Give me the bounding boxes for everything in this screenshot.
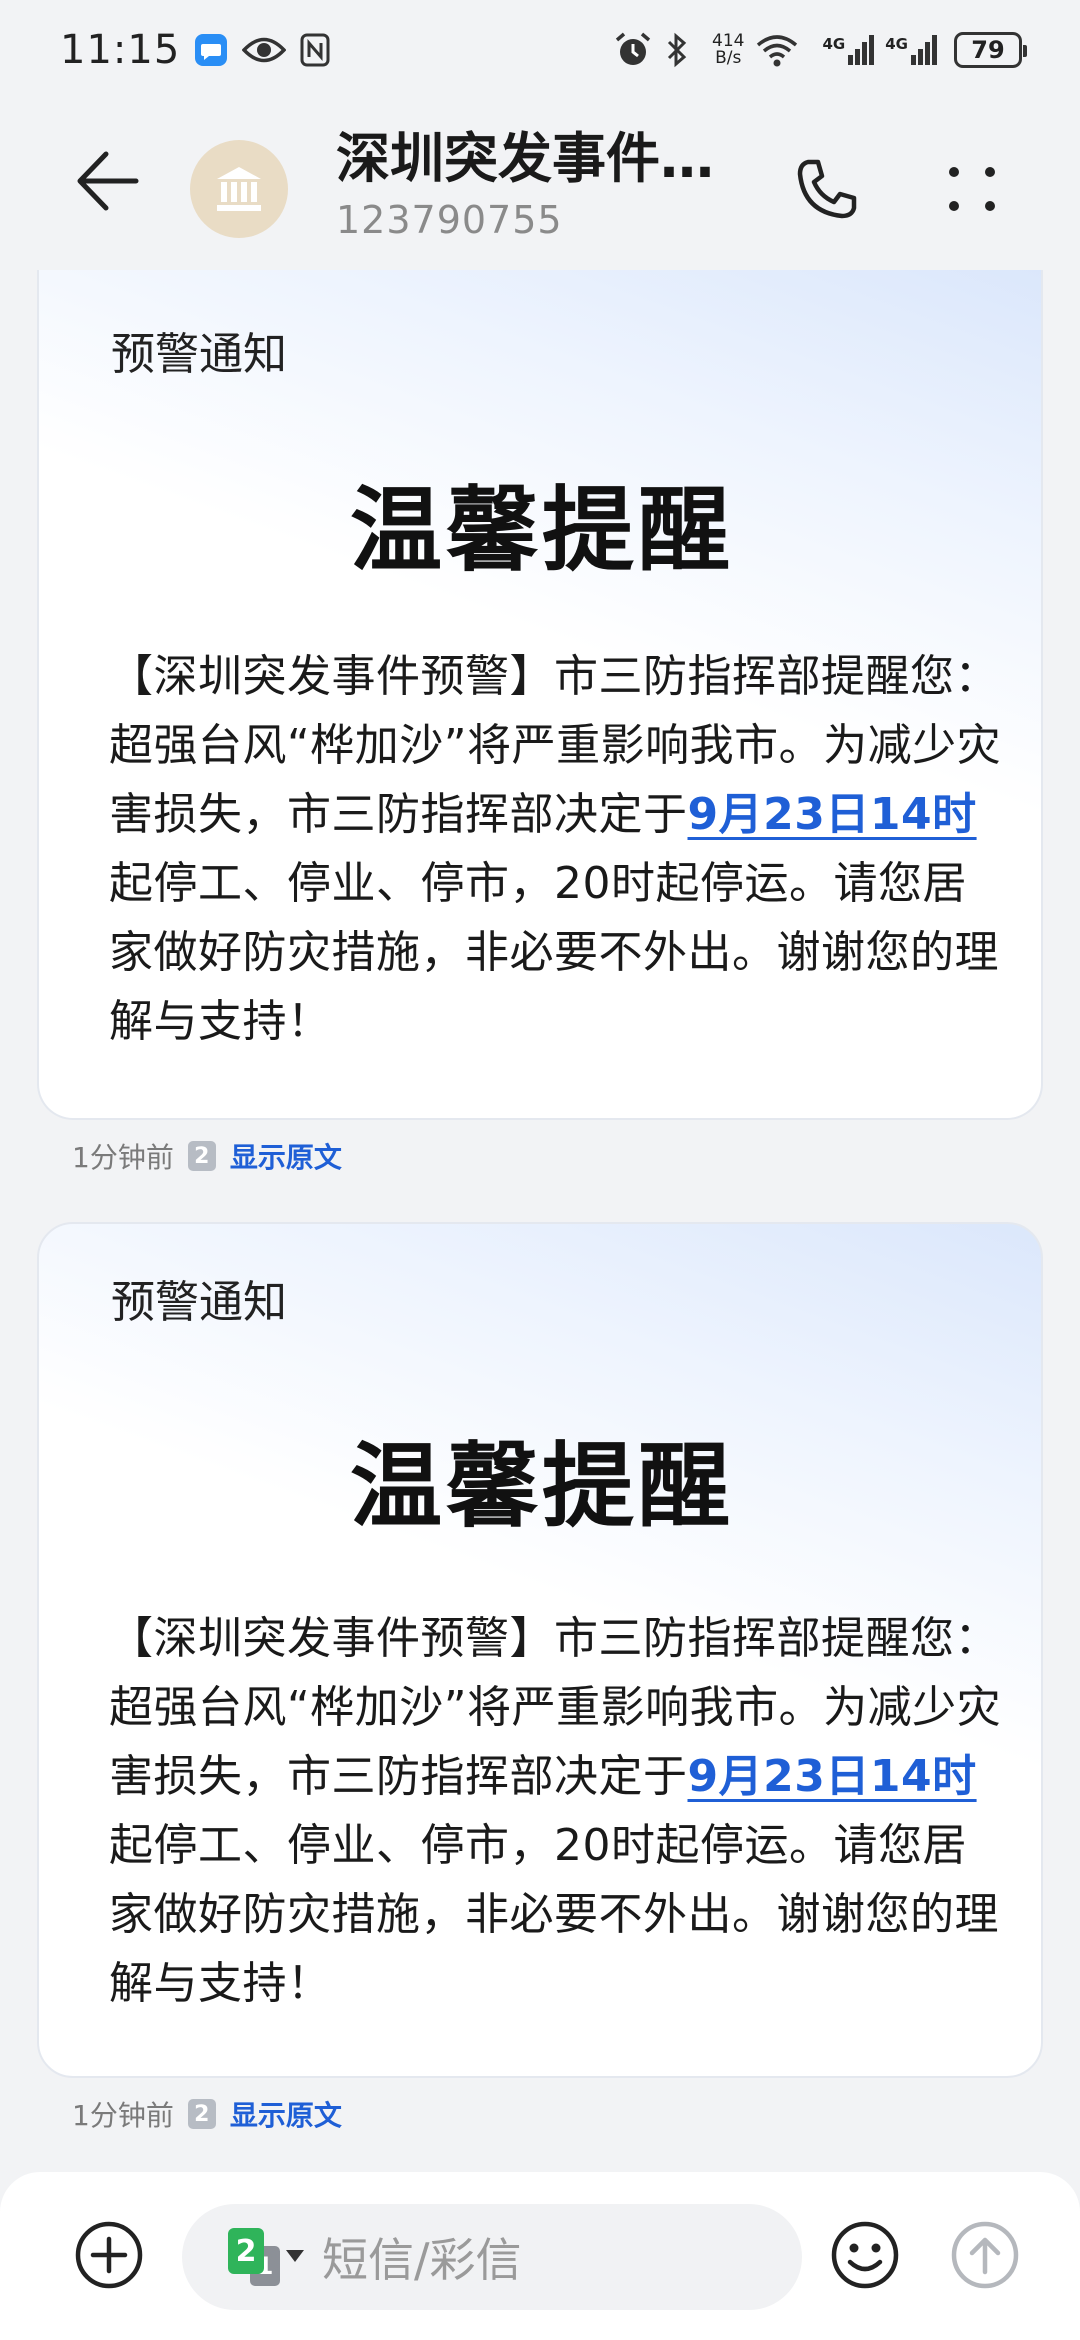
show-original-link[interactable]: 显示原文 (230, 2094, 342, 2134)
compose-bar: 1 2 短信/彩信 (0, 2172, 1080, 2340)
message-text-part: 起停工、停业、停市，20时起停运。请您居家做好防灾措施，非必要不外出。谢谢您的理… (109, 1820, 999, 2009)
signal-2-type: 4G (885, 35, 908, 53)
send-button[interactable] (950, 2220, 1020, 2290)
datetime-link[interactable]: 9月23日14时 (688, 1751, 977, 1802)
cellular-signal-sim2: 4G (885, 35, 938, 65)
sim-badge: 2 (187, 2099, 216, 2129)
message-heading: 温馨提醒 (349, 1433, 734, 1540)
contact-info[interactable]: 深圳突发事件… 123790755 (336, 124, 766, 246)
signal-bars-icon (911, 35, 937, 65)
status-bar-right: 414 B/s 4G 4G 79 (614, 31, 1027, 69)
message-body: 【深圳突发事件预警】市三防指挥部提醒您：超强台风“桦加沙”将严重影响我市。为减少… (109, 642, 1009, 1056)
message-time: 1分钟前 (72, 1141, 174, 1174)
back-button[interactable] (74, 148, 140, 214)
message-body: 【深圳突发事件预警】市三防指挥部提醒您：超强台风“桦加沙”将严重影响我市。为减少… (109, 1604, 1009, 2018)
message-meta: 1分钟前 2 显示原文 (72, 1136, 342, 1176)
message-text-part: 起停工、停业、停市，20时起停运。请您居家做好防灾措施，非必要不外出。谢谢您的理… (109, 858, 999, 1047)
message-meta: 1分钟前 2 显示原文 (72, 2094, 342, 2134)
add-attachment-button[interactable] (74, 2220, 144, 2290)
alarm-icon (614, 31, 652, 69)
more-options-button[interactable] (944, 154, 1000, 224)
arrow-up-circle-icon (951, 2221, 1019, 2289)
message-bubble[interactable]: 预警通知 温馨提醒 【深圳突发事件预警】市三防指挥部提醒您：超强台风“桦加沙”将… (37, 1222, 1043, 2078)
call-button[interactable] (794, 156, 860, 222)
conversation-header: 深圳突发事件… 123790755 (0, 100, 1080, 270)
plus-circle-icon (75, 2221, 143, 2289)
status-time: 11:15 (60, 27, 181, 73)
status-bar-left: 11:15 (60, 27, 344, 73)
more-dots-icon (949, 167, 995, 211)
message-category: 预警通知 (111, 329, 287, 380)
cellular-signal-sim1: 4G (823, 35, 876, 65)
signal-1-type: 4G (822, 35, 846, 53)
smiley-icon (831, 2221, 899, 2289)
signal-bars-icon (848, 35, 875, 65)
sim-badge: 2 (187, 1141, 216, 1171)
wifi-icon (755, 33, 799, 67)
nfc-icon (300, 33, 330, 67)
bank-building-icon (217, 167, 261, 211)
sim-card-2-icon: 2 (228, 2228, 264, 2274)
contact-name: 深圳突发事件… (336, 127, 714, 190)
message-notification-icon (194, 33, 228, 67)
message-time: 1分钟前 (72, 2099, 174, 2132)
message-input[interactable]: 1 2 短信/彩信 (182, 2204, 802, 2310)
message-bubble[interactable]: 预警通知 温馨提醒 【深圳突发事件预警】市三防指挥部提醒您：超强台风“桦加沙”将… (37, 270, 1043, 1120)
sms-conversation-screen: 11:15 414 B/s 4G 4G 79 深圳突发事件… 123790755… (0, 0, 1080, 2340)
network-speed-unit: B/s (715, 48, 742, 68)
message-heading: 温馨提醒 (349, 477, 734, 584)
emoji-button[interactable] (830, 2220, 900, 2290)
network-speed: 414 B/s (712, 33, 744, 67)
bluetooth-icon (666, 32, 688, 68)
contact-number: 123790755 (336, 198, 563, 242)
chevron-down-icon (286, 2250, 304, 2262)
arrow-left-icon (77, 151, 139, 211)
message-category: 预警通知 (111, 1277, 287, 1328)
eye-icon (242, 35, 287, 65)
phone-icon (797, 159, 857, 219)
sender-avatar[interactable] (190, 140, 288, 238)
battery-indicator: 79 (954, 32, 1027, 68)
show-original-link[interactable]: 显示原文 (230, 1136, 342, 1176)
sim-selector[interactable]: 1 2 (228, 2222, 304, 2292)
status-bar: 11:15 414 B/s 4G 4G 79 (0, 0, 1080, 100)
message-input-placeholder: 短信/彩信 (322, 2233, 522, 2287)
datetime-link[interactable]: 9月23日14时 (688, 789, 977, 840)
